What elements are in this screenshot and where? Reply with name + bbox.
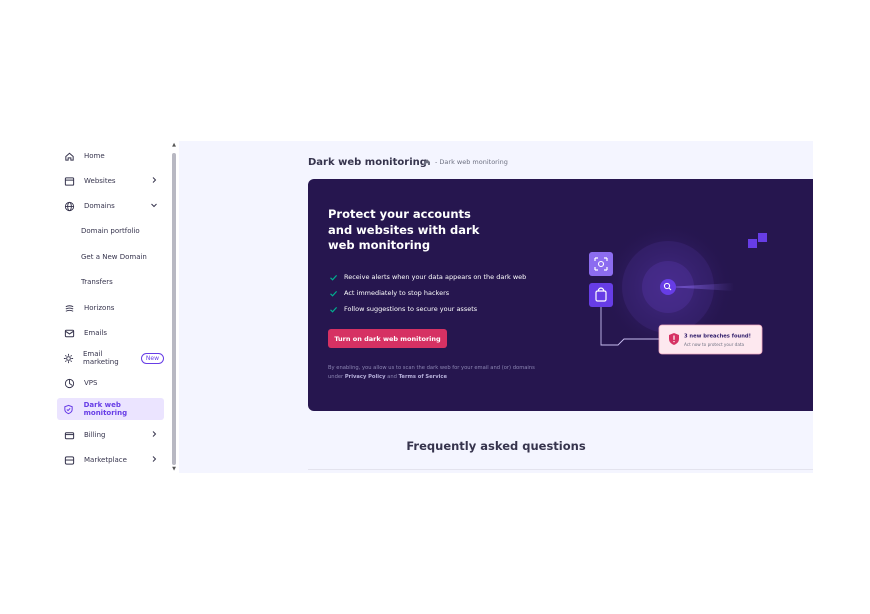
turn-on-monitoring-button[interactable]: Turn on dark web monitoring [328, 329, 447, 348]
hero-banner: Protect your accounts and websites with … [308, 179, 813, 411]
disclaimer-and: and [385, 374, 399, 380]
sidebar-item-label: Billing [84, 431, 106, 439]
sidebar-item-domain-portfolio[interactable]: Domain portfolio [57, 220, 164, 242]
alert-title: 3 new breaches found! [684, 334, 751, 340]
home-icon[interactable] [423, 158, 431, 166]
sidebar-item-home[interactable]: Home [57, 145, 164, 167]
check-icon [330, 306, 338, 313]
search-icon [660, 279, 676, 295]
faq-heading: Frequently asked questions [406, 439, 586, 453]
sidebar-item-label: Email marketing [83, 350, 119, 366]
sidebar-item-emails[interactable]: Emails [57, 322, 164, 344]
privacy-policy-link[interactable]: Privacy Policy [345, 374, 386, 380]
sidebar-item-label: Transfers [81, 278, 113, 286]
face-scan-icon [589, 252, 613, 276]
sidebar-item-get-new-domain[interactable]: Get a New Domain [57, 246, 164, 268]
feature-item: Follow suggestions to secure your assets [329, 301, 526, 317]
sidebar-item-label: Marketplace [84, 456, 127, 464]
feature-list: Receive alerts when your data appears on… [329, 269, 526, 317]
divider [308, 469, 813, 470]
globe-icon [63, 200, 75, 212]
sidebar-item-domains[interactable]: Domains [57, 195, 164, 217]
breadcrumb: - Dark web monitoring [423, 158, 508, 166]
sidebar-item-label: Horizons [84, 304, 115, 312]
feature-item: Receive alerts when your data appears on… [329, 269, 526, 285]
terms-of-service-link[interactable]: Terms of Service [399, 374, 447, 380]
sidebar-item-horizons[interactable]: Horizons [57, 297, 164, 319]
email-marketing-icon [63, 352, 74, 364]
mail-icon [63, 327, 75, 339]
pixel-square [758, 233, 767, 242]
chevron-down-icon [149, 200, 159, 210]
sidebar-item-label: Home [84, 152, 105, 160]
page-title: Dark web monitoring [308, 157, 427, 168]
dark-web-illustration: 3 new breaches found! Act now to protect… [589, 221, 767, 355]
sidebar: Home Websites Domains Domain portfolio G… [54, 143, 172, 473]
check-icon [330, 274, 338, 281]
feature-item: Act immediately to stop hackers [329, 285, 526, 301]
websites-icon [63, 175, 75, 187]
scroll-up-arrow[interactable]: ▲ [171, 142, 177, 148]
shield-icon [63, 403, 75, 415]
home-icon [63, 150, 75, 162]
shopping-bag-icon [589, 283, 613, 307]
scroll-down-arrow[interactable]: ▼ [171, 466, 177, 472]
sidebar-item-billing[interactable]: Billing [57, 424, 164, 446]
horizons-icon [63, 302, 75, 314]
sidebar-item-email-marketing[interactable]: Email marketing New [57, 347, 164, 369]
sidebar-item-label: Domain portfolio [81, 227, 140, 235]
sidebar-item-label: Websites [84, 177, 116, 185]
check-icon [330, 290, 338, 297]
sidebar-item-dark-web-monitoring[interactable]: Dark web monitoring [57, 398, 164, 420]
feature-text: Follow suggestions to secure your assets [344, 305, 478, 313]
marketplace-icon [63, 454, 75, 466]
feature-text: Receive alerts when your data appears on… [344, 273, 527, 281]
new-badge: New [140, 352, 164, 364]
chevron-right-icon [149, 454, 159, 464]
sidebar-scrollbar[interactable] [172, 153, 176, 465]
sidebar-item-label: VPS [84, 379, 98, 387]
sidebar-item-label: Domains [84, 202, 115, 210]
feature-text: Act immediately to stop hackers [344, 289, 450, 297]
main-content: Dark web monitoring - Dark web monitorin… [179, 141, 813, 473]
server-icon [63, 377, 75, 389]
alert-subtitle: Act now to protect your data [684, 342, 745, 347]
sidebar-item-websites[interactable]: Websites [57, 170, 164, 192]
hero-heading: Protect your accounts and websites with … [328, 207, 480, 252]
billing-icon [63, 429, 75, 441]
breadcrumb-current: - Dark web monitoring [435, 158, 508, 166]
pixel-square [748, 239, 757, 248]
disclaimer-text: By enabling, you allow us to scan the da… [328, 364, 538, 382]
chevron-right-icon [149, 175, 159, 185]
sidebar-item-label: Dark web monitoring [83, 401, 128, 417]
sidebar-item-transfers[interactable]: Transfers [57, 271, 164, 293]
breach-alert[interactable]: 3 new breaches found! Act now to protect… [658, 324, 763, 355]
chevron-right-icon [149, 429, 159, 439]
sidebar-item-marketplace[interactable]: Marketplace [57, 449, 164, 471]
sidebar-item-label: Emails [84, 329, 108, 337]
sidebar-item-label: Get a New Domain [81, 253, 147, 261]
sidebar-item-vps[interactable]: VPS [57, 372, 164, 394]
